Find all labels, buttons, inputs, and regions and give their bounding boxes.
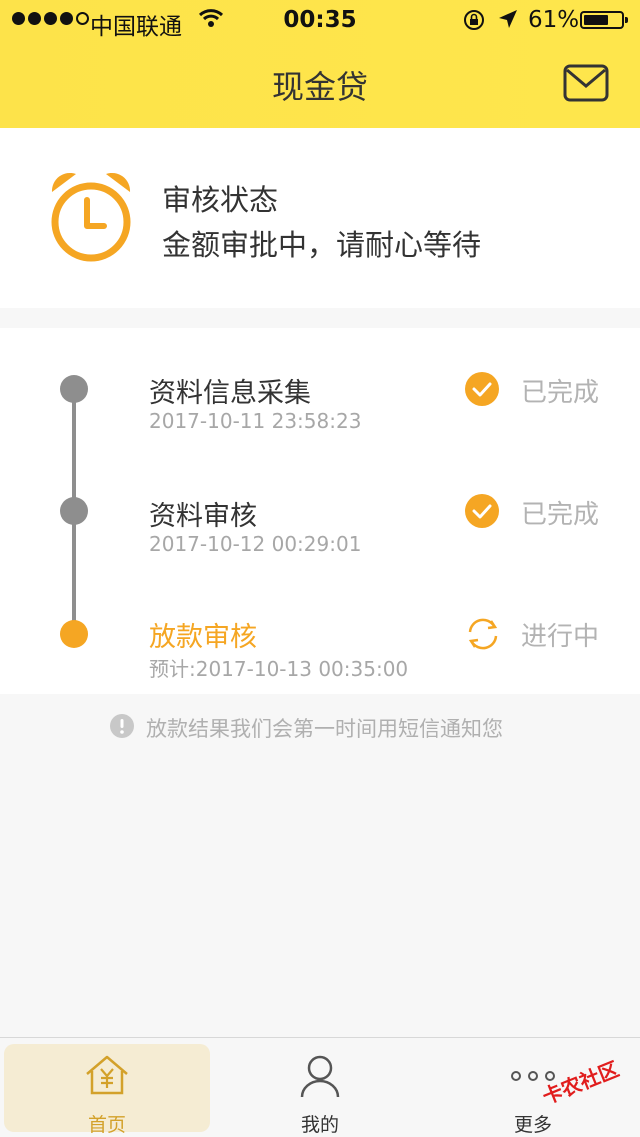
check-circle-icon [465, 372, 499, 410]
info-icon [110, 714, 134, 742]
app-header: 中国联通 00:35 61% 现金贷 [0, 0, 640, 128]
tab-mine[interactable]: 我的 [217, 1044, 423, 1136]
battery-percentage: 61% [528, 7, 580, 33]
sms-notice: 放款结果我们会第一时间用短信通知您 [110, 713, 503, 743]
step-status: 进行中 [521, 622, 600, 652]
tab-home[interactable]: 首页 [4, 1044, 210, 1136]
step-time: 2017-10-11 23:58:23 [149, 409, 362, 433]
step-status: 已完成 [521, 378, 600, 408]
location-arrow-icon [497, 8, 519, 36]
user-icon [217, 1054, 423, 1098]
page-title: 现金贷 [271, 68, 368, 106]
check-circle-icon [465, 494, 499, 532]
timeline-connector [72, 512, 76, 634]
mail-icon[interactable] [563, 64, 609, 106]
orientation-lock-icon [462, 8, 486, 38]
tab-label: 我的 [300, 1114, 339, 1136]
step-title: 资料审核 [149, 501, 257, 532]
step-time: 预计:2017-10-13 00:35:00 [149, 657, 409, 681]
step-title-active: 放款审核 [149, 622, 257, 653]
review-status-message: 金额审批中，请耐心等待 [162, 228, 482, 262]
timeline-connector [72, 390, 76, 512]
battery-icon [580, 11, 628, 29]
tab-label: 更多 [513, 1114, 552, 1136]
timeline-dot-active [60, 620, 88, 648]
status-bar: 中国联通 00:35 61% [0, 0, 640, 40]
tab-label: 首页 [87, 1114, 126, 1136]
step-status: 已完成 [521, 500, 600, 530]
step-title: 资料信息采集 [149, 378, 311, 409]
alarm-clock-icon [48, 170, 134, 270]
refresh-icon [465, 616, 501, 656]
timeline-dot [60, 497, 88, 525]
step-time: 2017-10-12 00:29:01 [149, 532, 362, 556]
timeline-dot [60, 375, 88, 403]
home-yuan-icon [4, 1054, 210, 1096]
notice-text: 放款结果我们会第一时间用短信通知您 [146, 717, 503, 741]
review-status-title: 审核状态 [162, 183, 279, 217]
